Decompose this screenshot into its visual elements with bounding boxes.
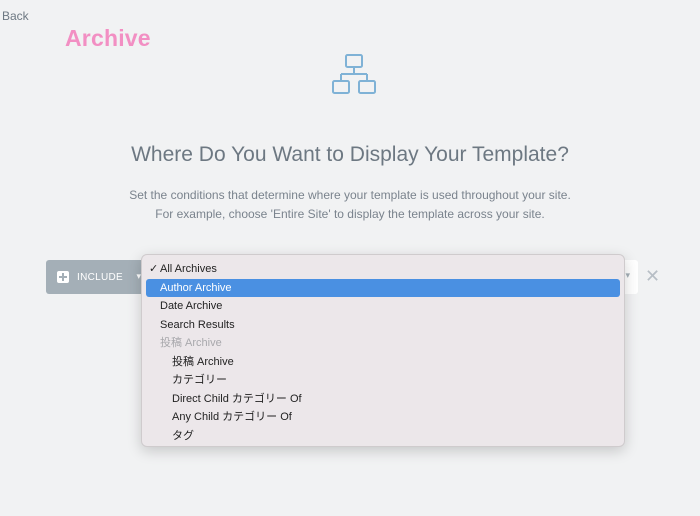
dropdown-option[interactable]: Direct Child カテゴリー Of <box>146 390 620 408</box>
dropdown-option: 投稿 Archive <box>146 334 620 352</box>
dropdown-option-label: Date Archive <box>160 300 223 312</box>
page-description: Set the conditions that determine where … <box>0 186 700 224</box>
description-line-2: For example, choose 'Entire Site' to dis… <box>155 207 545 221</box>
dropdown-option[interactable]: Author Archive <box>146 278 620 297</box>
dropdown-option[interactable]: 投稿 Archive <box>146 353 620 371</box>
dropdown-option-label: Direct Child カテゴリー Of <box>172 392 302 405</box>
dropdown-option-label: タグ <box>172 429 194 442</box>
sitemap-icon <box>332 54 376 94</box>
dropdown-option-label: 投稿 Archive <box>160 337 222 349</box>
dropdown-option[interactable]: タグ <box>146 427 620 445</box>
dropdown-option[interactable]: カテゴリー <box>146 371 620 389</box>
page-title: Where Do You Want to Display Your Templa… <box>131 143 569 166</box>
condition-type-label: INCLUDE <box>77 271 123 283</box>
close-icon[interactable]: ✕ <box>645 266 660 286</box>
dropdown-option[interactable]: Any Child カテゴリー Of <box>146 408 620 426</box>
back-link[interactable]: Back <box>2 9 29 23</box>
brand-title: Archive <box>65 25 151 51</box>
dropdown-option[interactable]: Date Archive <box>146 297 620 315</box>
dropdown-option-label: All Archives <box>160 263 217 275</box>
plus-square-icon <box>57 271 69 283</box>
dropdown-option-label: Any Child カテゴリー Of <box>172 411 292 423</box>
checkmark-icon: ✓ <box>149 263 159 275</box>
dropdown-option-label: カテゴリー <box>172 374 227 386</box>
dropdown-option-label: Author Archive <box>160 281 232 294</box>
condition-type-select[interactable]: INCLUDE ▾ <box>46 260 144 294</box>
archive-dropdown-menu: ✓ All Archives Author Archive Date Archive S… <box>141 254 625 447</box>
dropdown-option[interactable]: Search Results <box>146 316 620 334</box>
dropdown-option-label: 投稿 Archive <box>172 355 234 368</box>
dropdown-option[interactable]: ✓ All Archives <box>146 260 620 278</box>
dropdown-option-label: Search Results <box>160 318 235 331</box>
description-line-1: Set the conditions that determine where … <box>129 188 571 202</box>
chevron-down-icon: ▾ <box>625 270 630 280</box>
